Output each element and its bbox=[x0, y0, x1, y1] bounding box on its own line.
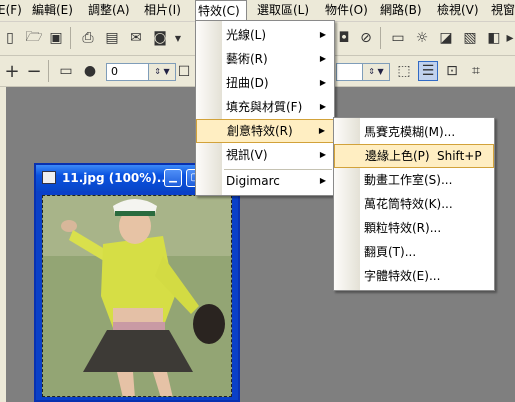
photo-canvas[interactable] bbox=[42, 195, 232, 397]
menu-file[interactable]: E(F) bbox=[0, 0, 24, 21]
menu-item-page-curl[interactable]: 翻頁(T)... bbox=[334, 240, 494, 264]
submenu-arrow-icon: ▶ bbox=[319, 30, 326, 39]
zoom-out-icon[interactable]: − bbox=[24, 61, 44, 82]
brightness-icon[interactable]: ☼ bbox=[412, 28, 432, 48]
spinner-arrows-icon[interactable]: ⇕ ▼ bbox=[148, 64, 175, 80]
menu-bar: E(F) 編輯(E) 調整(A) 相片(I) 特效(C) 選取區(L) 物件(O… bbox=[0, 0, 515, 22]
menu-item-video[interactable]: 視訊(V) ▶ bbox=[196, 143, 334, 167]
photo-icon[interactable]: ▧ bbox=[460, 28, 480, 48]
menu-item-light-label: 光線(L) bbox=[226, 28, 267, 42]
color-correct-icon[interactable]: ◧ bbox=[484, 28, 504, 48]
camera-capture-icon[interactable]: ◘ bbox=[334, 28, 354, 48]
tool-panel-edge bbox=[0, 87, 6, 402]
menu-item-paint-edges-label: 邊緣上色(P) bbox=[365, 149, 430, 163]
value-spinner-text: 0 bbox=[111, 65, 118, 78]
secondary-spinner-arrows-icon[interactable]: ⇕ ▼ bbox=[362, 64, 389, 80]
softball-player-image bbox=[43, 196, 231, 396]
menu-effects[interactable]: 特效(C) bbox=[195, 0, 247, 21]
menu-item-kaleidoscope[interactable]: 萬花筒特效(K)... bbox=[334, 192, 494, 216]
menu-item-mosaic-blur-label: 馬賽克模糊(M)... bbox=[364, 125, 456, 139]
print-icon[interactable]: ⎙ bbox=[78, 28, 98, 48]
zoom-in-icon[interactable]: + bbox=[2, 61, 22, 82]
minimize-button[interactable]: ▁ bbox=[164, 169, 182, 187]
menu-photo[interactable]: 相片(I) bbox=[142, 0, 183, 21]
menu-item-fill-texture[interactable]: 填充與材質(F) ▶ bbox=[196, 95, 334, 119]
menu-item-mosaic-blur[interactable]: 馬賽克模糊(M)... bbox=[334, 120, 494, 144]
email-icon[interactable]: ✉ bbox=[126, 28, 146, 48]
open-folder-icon[interactable]: 🗁 bbox=[24, 28, 44, 48]
value-spinner[interactable]: 0 ⇕ ▼ bbox=[106, 63, 176, 81]
menu-item-kaleidoscope-label: 萬花筒特效(K)... bbox=[364, 197, 453, 211]
menu-item-grain[interactable]: 顆粒特效(R)... bbox=[334, 216, 494, 240]
menu-item-grain-label: 顆粒特效(R)... bbox=[364, 221, 442, 235]
menu-item-creative-label: 創意特效(R) bbox=[227, 124, 293, 138]
menu-item-page-curl-label: 翻頁(T)... bbox=[364, 245, 417, 259]
secondary-spinner[interactable]: ⇕ ▼ bbox=[336, 63, 390, 81]
document-window[interactable]: 11.jpg (100%)... ▁ ▢ bbox=[34, 163, 240, 402]
toolbar-separator bbox=[380, 27, 381, 49]
submenu-arrow-icon: ▶ bbox=[319, 176, 326, 185]
document-title: 11.jpg (100%)... bbox=[62, 171, 171, 185]
submenu-arrow-icon: ▶ bbox=[319, 150, 326, 159]
document-icon bbox=[42, 171, 56, 184]
submenu-arrow-icon: ▶ bbox=[319, 54, 326, 63]
menu-item-animation-studio[interactable]: 動畫工作室(S)... bbox=[334, 168, 494, 192]
checkbox[interactable]: ☐ bbox=[178, 62, 191, 82]
menu-object[interactable]: 物件(O) bbox=[323, 0, 370, 21]
menu-item-artistic[interactable]: 藝術(R) ▶ bbox=[196, 47, 334, 71]
new-file-icon[interactable]: ▯ bbox=[0, 28, 20, 48]
menu-item-digimarc[interactable]: Digimarc ▶ bbox=[196, 169, 334, 193]
menu-item-light[interactable]: 光線(L) ▶ bbox=[196, 23, 334, 47]
save-icon[interactable]: ▣ bbox=[46, 28, 66, 48]
camera-icon[interactable]: ◙ bbox=[150, 28, 170, 48]
menu-item-distort[interactable]: 扭曲(D) ▶ bbox=[196, 71, 334, 95]
contrast-icon[interactable]: ◪ bbox=[436, 28, 456, 48]
creative-effects-submenu: 馬賽克模糊(M)... 邊緣上色(P) Shift+P 動畫工作室(S)... … bbox=[333, 117, 495, 291]
menu-view[interactable]: 檢視(V) bbox=[435, 0, 481, 21]
menu-item-fill-texture-label: 填充與材質(F) bbox=[226, 100, 303, 114]
toolbar-separator bbox=[48, 60, 49, 82]
menu-item-distort-label: 扭曲(D) bbox=[226, 76, 269, 90]
toolbar-separator bbox=[70, 27, 71, 49]
menu-item-text-effects[interactable]: 字體特效(E)... bbox=[334, 264, 494, 288]
effects-menu: 光線(L) ▶ 藝術(R) ▶ 扭曲(D) ▶ 填充與材質(F) ▶ 創意特效(… bbox=[195, 20, 335, 196]
submenu-arrow-icon: ▶ bbox=[319, 78, 326, 87]
chevron-down-icon[interactable]: ▼ bbox=[172, 28, 184, 48]
crop-icon[interactable]: ⌗ bbox=[466, 61, 486, 81]
brush-dot-icon[interactable]: ● bbox=[80, 61, 100, 81]
select-tool-icon[interactable]: ⬚ bbox=[394, 61, 414, 81]
submenu-arrow-icon: ▶ bbox=[319, 102, 326, 111]
menu-item-artistic-label: 藝術(R) bbox=[226, 52, 268, 66]
pan-tool-icon[interactable]: ☰ bbox=[418, 61, 438, 81]
menu-adjust[interactable]: 調整(A) bbox=[86, 0, 132, 21]
overflow-icon[interactable]: ▸ bbox=[504, 28, 515, 48]
crop-select-icon[interactable]: ⊡ bbox=[442, 61, 462, 81]
menu-selection[interactable]: 選取區(L) bbox=[255, 0, 311, 21]
submenu-arrow-icon: ▶ bbox=[318, 126, 325, 135]
menu-item-digimarc-label: Digimarc bbox=[226, 174, 280, 188]
menu-edit[interactable]: 編輯(E) bbox=[30, 0, 75, 21]
menu-item-text-effects-label: 字體特效(E)... bbox=[364, 269, 441, 283]
menu-item-paint-edges-shortcut: Shift+P bbox=[437, 149, 482, 163]
monitor-icon[interactable]: ▭ bbox=[388, 28, 408, 48]
menu-window[interactable]: 視窗 bbox=[489, 0, 515, 21]
menu-item-paint-edges[interactable]: 邊緣上色(P) Shift+P bbox=[334, 144, 494, 168]
scan-icon[interactable]: ▤ bbox=[102, 28, 122, 48]
menu-web[interactable]: 網路(B) bbox=[378, 0, 424, 21]
rectangle-icon[interactable]: ▭ bbox=[56, 61, 76, 81]
no-entry-icon[interactable]: ⊘ bbox=[356, 28, 376, 48]
menu-item-creative[interactable]: 創意特效(R) ▶ bbox=[196, 119, 334, 143]
menu-item-video-label: 視訊(V) bbox=[226, 148, 268, 162]
menu-item-animation-studio-label: 動畫工作室(S)... bbox=[364, 173, 453, 187]
